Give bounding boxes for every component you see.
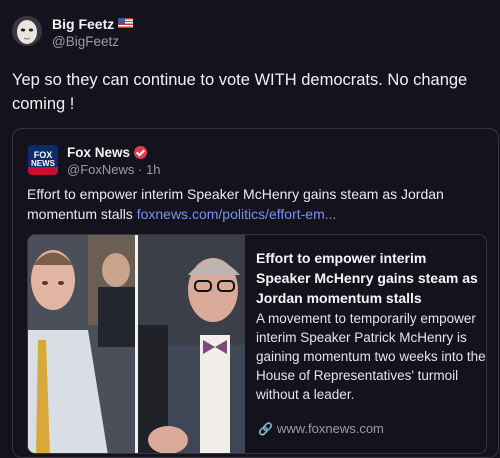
logo-text-bottom: NEWS <box>31 159 56 168</box>
fox-news-logo[interactable]: FOX NEWS <box>28 145 58 175</box>
quote-author-handle[interactable]: @FoxNews <box>67 162 134 177</box>
card-title[interactable]: Effort to empower interim Speaker McHenr… <box>256 248 484 308</box>
quote-author-name-text: Fox News <box>67 145 131 160</box>
quote-timestamp[interactable]: 1h <box>146 162 160 177</box>
post: Big Feetz @BigFeetz Yep so they can cont… <box>0 0 500 458</box>
fox-news-logo-icon: FOX NEWS <box>28 145 58 175</box>
card-domain[interactable]: 🔗 www.foxnews.com <box>258 421 384 436</box>
us-flag-icon <box>118 18 134 28</box>
verified-badge-icon <box>134 146 148 159</box>
card-description: A movement to temporarily empower interi… <box>256 311 486 402</box>
link-icon: 🔗 <box>258 422 273 436</box>
author-name-text: Big Feetz <box>52 16 115 32</box>
article-photo <box>28 235 245 453</box>
avatar-mask-image <box>12 16 42 46</box>
meta-separator: · <box>138 162 143 177</box>
quote-text: Effort to empower interim Speaker McHenr… <box>27 184 467 224</box>
quote-link[interactable]: foxnews.com/politics/effort-em... <box>137 206 337 222</box>
avatar[interactable] <box>12 16 42 46</box>
author-handle[interactable]: @BigFeetz <box>52 34 119 49</box>
card-domain-text: www.foxnews.com <box>276 421 384 436</box>
quote-author-name[interactable]: Fox News <box>67 145 148 160</box>
author-name[interactable]: Big Feetz <box>52 16 134 32</box>
post-text: Yep so they can continue to vote WITH de… <box>12 71 468 113</box>
quote-meta: @FoxNews · 1h <box>67 162 160 177</box>
